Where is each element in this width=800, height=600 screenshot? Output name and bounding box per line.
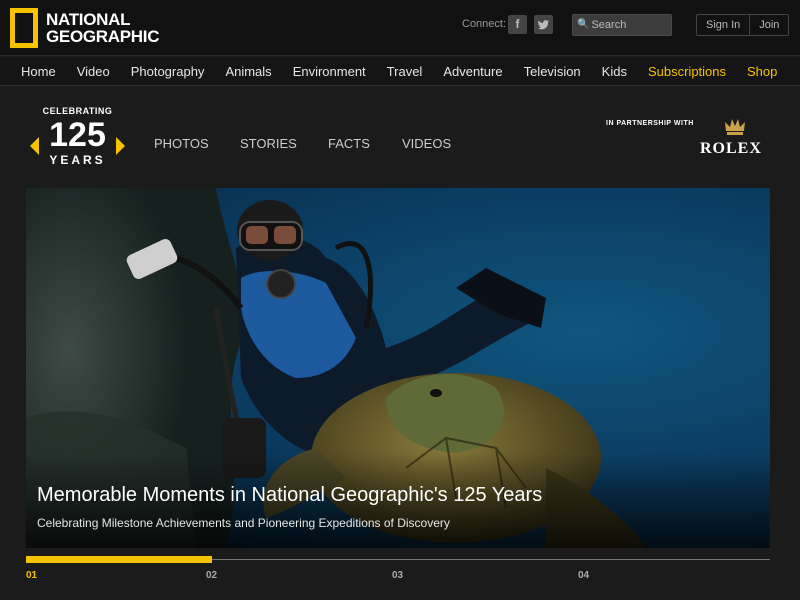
- right-triangle-icon: [116, 137, 125, 155]
- nav-item-environment[interactable]: Environment: [293, 64, 366, 79]
- twitter-icon[interactable]: [534, 15, 553, 34]
- anniversary-number: 125: [49, 116, 106, 154]
- partner-label: IN PARTNERSHIP WITH: [606, 120, 694, 127]
- search-icon: 🔍: [577, 19, 590, 30]
- rolex-logo[interactable]: ROLEX: [700, 140, 762, 158]
- nav-item-home[interactable]: Home: [21, 64, 56, 79]
- nav-item-television[interactable]: Television: [524, 64, 581, 79]
- hero-subtitle: Celebrating Milestone Achievements and P…: [37, 516, 450, 530]
- join-link[interactable]: Join: [749, 15, 788, 35]
- facebook-icon[interactable]: f: [508, 15, 527, 34]
- celebrating-125-logo[interactable]: CELEBRATING 125 YEARS: [30, 106, 125, 172]
- rolex-crown-icon: [725, 119, 745, 135]
- sign-in-link[interactable]: Sign In: [697, 15, 749, 35]
- nav-item-video[interactable]: Video: [77, 64, 110, 79]
- hero-slide[interactable]: Memorable Moments in National Geographic…: [26, 188, 770, 548]
- left-triangle-icon: [30, 137, 39, 155]
- site-header: NATIONAL GEOGRAPHIC Connect: f 🔍 Sign In…: [0, 0, 800, 56]
- connect-label: Connect:: [462, 18, 507, 30]
- slider-progress-fill: [26, 556, 212, 563]
- slider-step-04[interactable]: 04: [578, 570, 589, 581]
- subnav-stories[interactable]: STORIES: [240, 136, 297, 151]
- nav-item-subscriptions[interactable]: Subscriptions: [648, 64, 726, 79]
- search-box[interactable]: 🔍: [572, 14, 672, 36]
- nav-item-adventure[interactable]: Adventure: [443, 64, 502, 79]
- nav-item-photography[interactable]: Photography: [131, 64, 205, 79]
- hero-title[interactable]: Memorable Moments in National Geographic…: [37, 484, 542, 507]
- slider-step-03[interactable]: 03: [392, 570, 403, 581]
- slider-step-02[interactable]: 02: [206, 570, 217, 581]
- subnav-facts[interactable]: FACTS: [328, 136, 370, 151]
- nav-item-animals[interactable]: Animals: [225, 64, 271, 79]
- nav-item-shop[interactable]: Shop: [747, 64, 777, 79]
- natgeo-logo[interactable]: NATIONAL GEOGRAPHIC: [10, 7, 159, 49]
- logo-line-2: GEOGRAPHIC: [46, 27, 160, 46]
- nav-item-travel[interactable]: Travel: [387, 64, 423, 79]
- subnav-videos[interactable]: VIDEOS: [402, 136, 451, 151]
- nav-item-kids[interactable]: Kids: [602, 64, 627, 79]
- celebrating-label: CELEBRATING: [42, 106, 113, 116]
- slider-step-01[interactable]: 01: [26, 570, 37, 581]
- logo-line-1: NATIONAL: [46, 10, 131, 29]
- subnav-photos[interactable]: PHOTOS: [154, 136, 209, 151]
- account-links: Sign In Join: [696, 14, 790, 36]
- search-input[interactable]: [591, 19, 672, 31]
- yellow-border-icon: [10, 8, 38, 48]
- main-nav: Home Video Photography Animals Environme…: [0, 57, 800, 86]
- years-label: YEARS: [49, 153, 106, 167]
